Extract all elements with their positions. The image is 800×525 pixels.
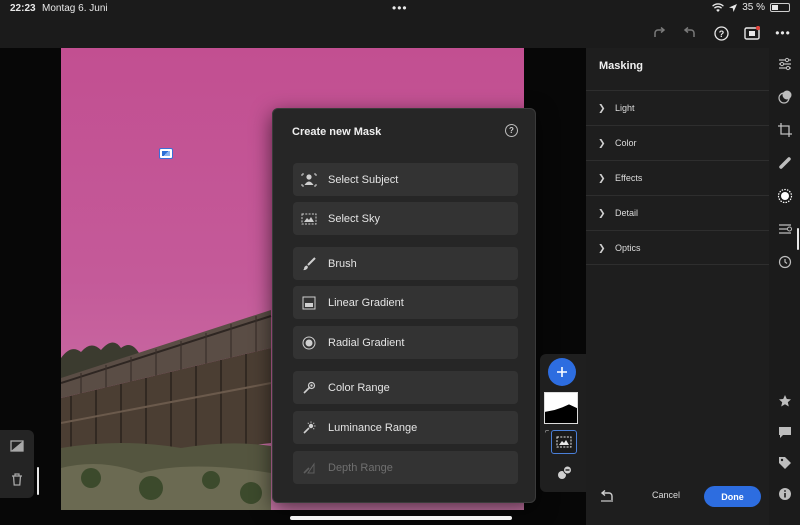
help-icon[interactable]: ? xyxy=(710,22,732,44)
color-range-option[interactable]: Color Range xyxy=(293,371,518,404)
trash-icon[interactable] xyxy=(8,470,26,488)
versions-icon[interactable] xyxy=(775,219,795,239)
status-right: 35 % xyxy=(712,2,790,13)
location-icon xyxy=(729,3,738,12)
battery-icon xyxy=(770,3,790,12)
brush-option[interactable]: Brush xyxy=(293,247,518,280)
home-indicator[interactable] xyxy=(290,516,512,520)
select-subject-label: Select Subject xyxy=(328,173,399,186)
select-subject-option[interactable]: Select Subject xyxy=(293,163,518,196)
more-icon[interactable]: ••• xyxy=(772,22,794,44)
select-sky-icon xyxy=(299,211,319,227)
reset-icon[interactable] xyxy=(600,489,614,505)
section-effects[interactable]: ❯ Effects xyxy=(586,160,769,195)
undo-icon[interactable] xyxy=(679,22,701,44)
brush-label: Brush xyxy=(328,257,357,270)
comment-icon[interactable] xyxy=(775,422,795,442)
depth-range-icon xyxy=(299,460,319,476)
linear-gradient-option[interactable]: Linear Gradient xyxy=(293,286,518,319)
color-range-label: Color Range xyxy=(328,381,390,394)
depth-range-option: Depth Range xyxy=(293,451,518,484)
healing-icon[interactable] xyxy=(775,153,795,173)
multitasking-dots-icon[interactable]: ••• xyxy=(392,1,408,15)
chevron-right-icon: ❯ xyxy=(598,243,606,253)
cancel-button[interactable]: Cancel xyxy=(652,490,680,500)
create-mask-popup: Create new Mask ? Select Subject Select … xyxy=(272,108,536,503)
panel-title: Masking xyxy=(599,60,644,72)
color-range-icon xyxy=(299,380,319,396)
done-button[interactable]: Done xyxy=(704,486,761,507)
mask-link-icon: ⌐ xyxy=(545,428,550,435)
select-sky-option[interactable]: Select Sky xyxy=(293,202,518,235)
linear-gradient-icon xyxy=(299,295,319,311)
section-light[interactable]: ❯ Light xyxy=(586,90,769,125)
plus-icon xyxy=(557,367,567,377)
section-optics-label: Optics xyxy=(615,243,641,253)
brush-icon xyxy=(299,256,319,272)
camera-icon[interactable] xyxy=(741,22,763,44)
section-color-label: Color xyxy=(615,138,637,148)
svg-text:?: ? xyxy=(718,29,724,39)
masking-icon[interactable] xyxy=(775,186,795,206)
radial-gradient-option[interactable]: Radial Gradient xyxy=(293,326,518,359)
top-toolbar: ? ••• xyxy=(0,18,800,48)
info-icon[interactable] xyxy=(775,484,795,504)
radial-gradient-icon xyxy=(299,335,319,351)
crop-icon[interactable] xyxy=(775,120,795,140)
status-bar: 22:23 Montag 6. Juni ••• 35 % xyxy=(0,0,800,18)
chevron-right-icon: ❯ xyxy=(598,103,606,113)
mask-thumbnail[interactable] xyxy=(544,392,578,424)
battery-percent: 35 % xyxy=(742,2,765,13)
depth-range-label: Depth Range xyxy=(328,461,393,474)
subtract-icon xyxy=(558,465,572,479)
right-icon-rail xyxy=(769,48,800,525)
section-detail-label: Detail xyxy=(615,208,639,218)
select-subject-icon xyxy=(299,172,319,188)
section-detail[interactable]: ❯ Detail xyxy=(586,195,769,230)
subtract-mask-button[interactable] xyxy=(553,462,575,484)
chevron-right-icon: ❯ xyxy=(598,208,606,218)
sky-component-thumbnail[interactable] xyxy=(551,430,577,454)
select-sky-small-icon xyxy=(556,436,572,448)
add-mask-button[interactable] xyxy=(548,358,576,386)
compare-icon[interactable] xyxy=(8,437,26,455)
redo-icon[interactable] xyxy=(648,22,670,44)
star-icon[interactable] xyxy=(775,391,795,411)
rail-active-indicator xyxy=(797,228,799,250)
select-sky-label: Select Sky xyxy=(328,212,380,225)
chevron-right-icon: ❯ xyxy=(598,138,606,148)
status-date: Montag 6. Juni xyxy=(42,3,108,14)
luminance-range-icon xyxy=(299,420,319,436)
luminance-range-option[interactable]: Luminance Range xyxy=(293,411,518,444)
history-icon[interactable] xyxy=(775,252,795,272)
linear-gradient-label: Linear Gradient xyxy=(328,296,404,309)
luminance-range-label: Luminance Range xyxy=(328,421,418,434)
wifi-icon xyxy=(712,2,725,12)
masking-panel: Masking ❯ Light ❯ Color ❯ Effects ❯ Deta… xyxy=(586,48,769,525)
section-light-label: Light xyxy=(615,103,635,113)
presets-icon[interactable] xyxy=(775,87,795,107)
popup-help-icon[interactable]: ? xyxy=(505,124,518,137)
mask-pin-icon[interactable] xyxy=(159,148,173,159)
status-time: 22:23 xyxy=(10,3,36,14)
radial-gradient-label: Radial Gradient xyxy=(328,336,405,349)
tag-icon[interactable] xyxy=(775,453,795,473)
edge-handle[interactable] xyxy=(37,467,39,495)
edit-sliders-icon[interactable] xyxy=(775,54,795,74)
chevron-right-icon: ❯ xyxy=(598,173,606,183)
popup-title: Create new Mask xyxy=(292,126,382,138)
section-effects-label: Effects xyxy=(615,173,643,183)
left-tool-panel xyxy=(0,430,34,498)
section-optics[interactable]: ❯ Optics xyxy=(586,230,769,265)
section-color[interactable]: ❯ Color xyxy=(586,125,769,160)
